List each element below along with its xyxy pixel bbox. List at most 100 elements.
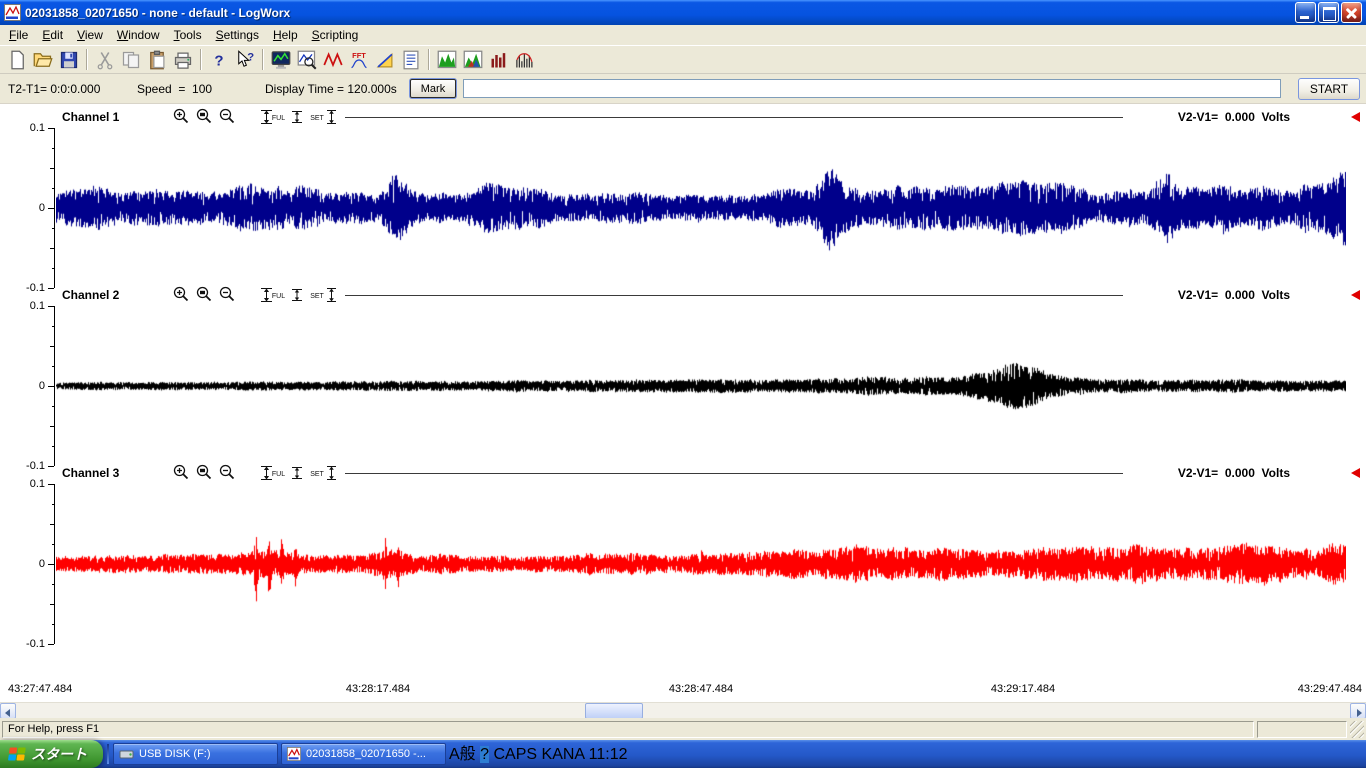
control-row: T2-T1= 0:0:0.000 Speed = 100 Display Tim… (0, 74, 1366, 104)
y-axis (48, 484, 55, 644)
monitor-icon[interactable] (270, 50, 292, 70)
channel-label: Channel 1 (62, 110, 119, 124)
menu-window[interactable]: Window (110, 26, 167, 44)
scale-controls: FUL SET (258, 109, 339, 125)
cursor-marker-icon[interactable] (1351, 468, 1360, 478)
start-button-label: スタート (31, 744, 87, 764)
auto-scale-icon[interactable] (289, 109, 305, 125)
save-icon[interactable] (58, 50, 80, 70)
paste-icon[interactable] (146, 50, 168, 70)
spectrum-green-icon[interactable] (436, 50, 458, 70)
menu-edit[interactable]: Edit (35, 26, 70, 44)
slope-icon[interactable] (374, 50, 396, 70)
caps-label: CAPS (494, 746, 538, 763)
menu-file[interactable]: File (2, 26, 35, 44)
waveform-canvas-2 (56, 306, 1346, 466)
cursor-voltage-readout: V2-V1= 0.000 Volts (1178, 288, 1290, 302)
taskbar-divider (107, 744, 109, 764)
taskbar: スタート USB DISK (F:) 02031858_02071650 -..… (0, 740, 1366, 768)
zoom-controls (172, 464, 238, 481)
auto-scale-icon[interactable] (289, 465, 305, 481)
app-icon[interactable] (4, 4, 21, 21)
auto-scale-icon[interactable] (289, 287, 305, 303)
taskbar-task-logworx[interactable]: 02031858_02071650 -... (281, 743, 446, 765)
marker-text-input[interactable] (463, 79, 1281, 98)
zoom-out-icon[interactable] (218, 108, 238, 125)
context-help-icon[interactable]: ? (234, 50, 256, 70)
ime-mode-indicator[interactable]: A般 (449, 746, 476, 763)
cursor-voltage-readout: V2-V1= 0.000 Volts (1178, 466, 1290, 480)
open-file-icon[interactable] (32, 50, 54, 70)
set-scale-icon[interactable]: SET (309, 465, 339, 481)
channel-label: Channel 2 (62, 288, 119, 302)
copy-icon[interactable] (120, 50, 142, 70)
menu-settings[interactable]: Settings (209, 26, 266, 44)
maximize-button[interactable] (1318, 2, 1339, 23)
channel-3-panel: Channel 3 FUL SET V2-V1= 0.000 Volts 0. (0, 463, 1366, 644)
y-axis-labels: 0.1 0 -0.1 (0, 306, 47, 466)
cursor-voltage-readout: V2-V1= 0.000 Volts (1178, 110, 1290, 124)
channel-1-header: Channel 1 FUL SET V2-V1= 0.000 Volts (0, 107, 1366, 128)
full-scale-icon[interactable]: FUL (258, 109, 285, 125)
histogram-icon[interactable] (488, 50, 510, 70)
close-button[interactable] (1341, 2, 1362, 23)
print-icon[interactable] (172, 50, 194, 70)
y-axis (48, 306, 55, 466)
zoom-in-icon[interactable] (172, 464, 192, 481)
start-button[interactable]: START (1298, 78, 1360, 100)
channel-1-plot: 0.1 0 -0.1 (0, 128, 1366, 288)
svg-text:FUL: FUL (272, 115, 285, 122)
y-axis-labels: 0.1 0 -0.1 (0, 128, 47, 288)
time-tick-label: 43:28:47.484 (669, 683, 733, 695)
mark-button[interactable]: Mark (410, 79, 456, 98)
comb-plot-icon[interactable] (514, 50, 536, 70)
y-tick-label: -0.1 (26, 638, 45, 650)
svg-text:FUL: FUL (272, 471, 285, 478)
channel-1-panel: Channel 1 FUL SET V2-V1= 0.000 Volts 0. (0, 107, 1366, 288)
taskbar-clock[interactable]: 11:12 (589, 746, 628, 763)
speed-readout: Speed = 100 (137, 82, 212, 96)
zoom-graph-icon[interactable] (296, 50, 318, 70)
horizontal-scrollbar[interactable] (0, 702, 1366, 718)
zoom-window-icon[interactable] (195, 464, 215, 481)
status-help-text: For Help, press F1 (2, 721, 1254, 738)
zoom-out-icon[interactable] (218, 464, 238, 481)
full-scale-icon[interactable]: FUL (258, 465, 285, 481)
about-help-icon[interactable]: ? (208, 50, 230, 70)
toolbar-separator (86, 49, 88, 70)
menu-view[interactable]: View (70, 26, 110, 44)
new-file-icon[interactable] (6, 50, 28, 70)
cursor-marker-icon[interactable] (1351, 290, 1360, 300)
scroll-right-button[interactable] (1350, 703, 1366, 719)
menu-scripting[interactable]: Scripting (305, 26, 366, 44)
set-scale-icon[interactable]: SET (309, 287, 339, 303)
window-title: 02031858_02071650 - none - default - Log… (25, 6, 290, 20)
cursor-marker-icon[interactable] (1351, 112, 1360, 122)
logworx-task-icon (287, 747, 301, 761)
header-divider (345, 117, 1123, 118)
scroll-thumb[interactable] (585, 703, 643, 719)
tray-help-icon[interactable]: ? (480, 746, 489, 763)
zoom-in-icon[interactable] (172, 286, 192, 303)
minimize-button[interactable] (1295, 2, 1316, 23)
channel-2-header: Channel 2 FUL SET V2-V1= 0.000 Volts (0, 285, 1366, 306)
start-menu-button[interactable]: スタート (0, 740, 103, 768)
system-tray: A般 ? CAPS KANA 11:12 (449, 740, 628, 768)
zoom-window-icon[interactable] (195, 286, 215, 303)
waveform-icon[interactable] (322, 50, 344, 70)
zoom-window-icon[interactable] (195, 108, 215, 125)
scroll-left-button[interactable] (0, 703, 16, 719)
cut-icon[interactable] (94, 50, 116, 70)
fft-icon[interactable]: FFT (348, 50, 370, 70)
taskbar-task-usb-disk[interactable]: USB DISK (F:) (113, 743, 278, 765)
set-scale-icon[interactable]: SET (309, 109, 339, 125)
report-icon[interactable] (400, 50, 422, 70)
menu-tools[interactable]: Tools (167, 26, 209, 44)
spectrum-multi-icon[interactable] (462, 50, 484, 70)
status-pane (1257, 721, 1347, 738)
zoom-in-icon[interactable] (172, 108, 192, 125)
zoom-out-icon[interactable] (218, 286, 238, 303)
menu-help[interactable]: Help (266, 26, 305, 44)
resize-grip-icon[interactable] (1350, 721, 1364, 738)
full-scale-icon[interactable]: FUL (258, 287, 285, 303)
